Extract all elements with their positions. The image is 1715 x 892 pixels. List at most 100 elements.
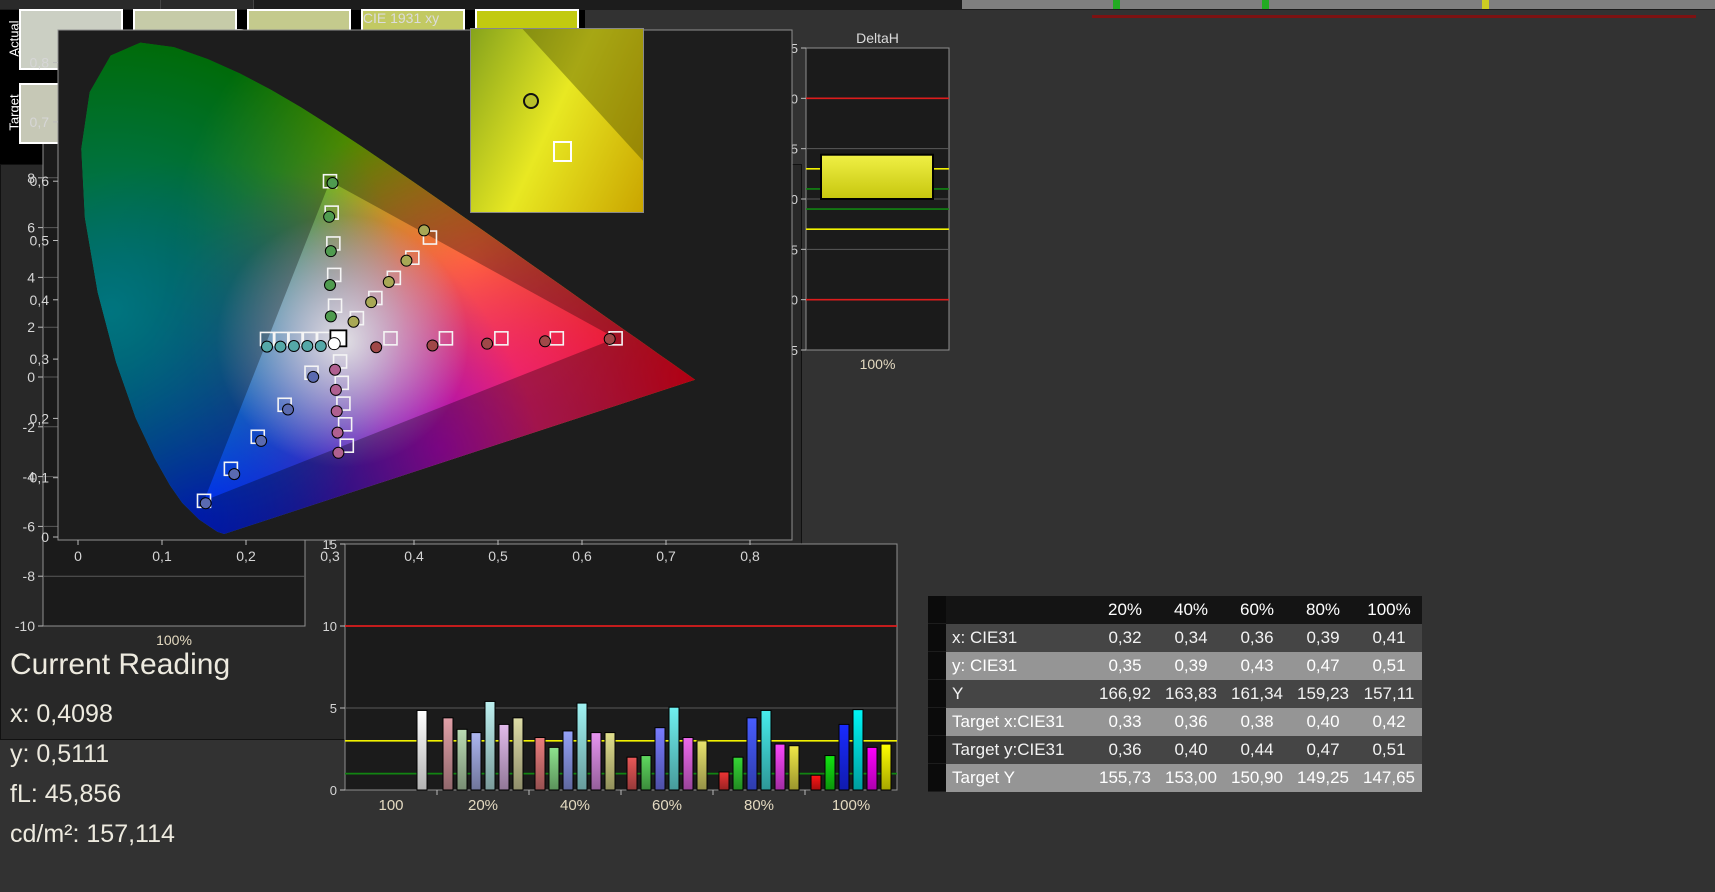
cie-measured-point-cyan: [261, 340, 273, 353]
cie-measured-point-yellow: [382, 276, 395, 289]
delta-e-bar-100%-0: [810, 774, 822, 791]
cie-inset-gamut-edge: [522, 29, 643, 161]
table-cell-Target-Y-20%: 155,73: [1092, 764, 1158, 792]
delta-e-bar-100%-5: [880, 743, 892, 791]
cie-measured-point-magenta: [332, 446, 345, 459]
delta-e-group-label: 20%: [468, 797, 498, 814]
table-cell-Target-Y-80%: 149,25: [1290, 764, 1356, 792]
cie-measured-point-yellow: [400, 254, 413, 267]
delta-e-bar-40%-4: [590, 732, 602, 791]
delta-e-bar-100%-4: [866, 746, 878, 791]
table-row-label: Target Y: [946, 764, 1092, 792]
table-row-label: Y: [946, 680, 1092, 708]
table-cell-Target-x-CIE31-100%: 0,42: [1356, 708, 1422, 736]
svg-text:0: 0: [74, 548, 82, 564]
table-cell-x-CIE31-100%: 0,41: [1356, 624, 1422, 652]
delta-e-bar-60%-5: [696, 740, 708, 791]
progress-tick-yellow: [1482, 0, 1489, 9]
table-header-40%: 40%: [1158, 596, 1224, 624]
table-row-handle: [928, 652, 946, 680]
cie-measured-point-green: [326, 176, 339, 189]
delta-e-bar-60%-4: [682, 737, 694, 791]
rgb-balance-xlabel: 100%: [156, 632, 192, 648]
table-cell-x-CIE31-80%: 0,39: [1290, 624, 1356, 652]
delta-e-bar-20%-5: [512, 717, 524, 791]
delta-e-group-label: 60%: [652, 797, 682, 814]
toolbar-progress-bar: [962, 0, 1715, 9]
svg-text:5: 5: [330, 701, 337, 716]
svg-text:0,7: 0,7: [656, 548, 676, 564]
svg-text:0,6: 0,6: [30, 173, 50, 189]
cie-measured-point-cyan: [314, 340, 327, 353]
delta-e-bar-40%-5: [604, 732, 616, 791]
table-row-handle: [928, 624, 946, 652]
table-row-handle: [928, 680, 946, 708]
delta-e-bar-20%-1: [456, 728, 468, 791]
delta-e-bar-100-0: [416, 709, 428, 791]
table-cell-Y-40%: 163,83: [1158, 680, 1224, 708]
cie-measured-point-cyan: [301, 340, 314, 353]
svg-text:0: 0: [330, 783, 337, 798]
delta-h-xlabel: 100%: [859, 356, 896, 372]
delta-e-bar-100%-2: [838, 723, 850, 791]
table-header-20%: 20%: [1092, 596, 1158, 624]
table-row-handle: [928, 708, 946, 736]
table-cell-Target-y-CIE31-40%: 0,40: [1158, 736, 1224, 764]
cie-inset-measured-point: [523, 93, 539, 109]
svg-text:10: 10: [323, 619, 337, 634]
table-row-label: Target x:CIE31: [946, 708, 1092, 736]
delta-e-group-label: 40%: [560, 797, 590, 814]
cie-measured-point-green: [324, 245, 337, 258]
delta-e-bar-60%-3: [668, 706, 680, 791]
delta-e-group-label: 80%: [744, 797, 774, 814]
cie-measured-point-yellow: [365, 296, 378, 309]
reading-y: y: 0,5111: [10, 740, 110, 768]
current-reading-title: Current Reading: [10, 648, 231, 681]
cie-measured-point-green: [324, 310, 337, 323]
table-cell-Target-x-CIE31-60%: 0,38: [1224, 708, 1290, 736]
cie-measured-point-magenta: [329, 383, 342, 396]
panel-accent-line: [1092, 15, 1696, 18]
svg-text:-10: -10: [15, 618, 35, 634]
table-row-label: Target y:CIE31: [946, 736, 1092, 764]
delta-e-bar-80%-3: [760, 709, 772, 791]
cie-measured-point-red: [370, 341, 383, 354]
svg-text:0: 0: [41, 529, 49, 545]
svg-text:0,2: 0,2: [30, 410, 50, 426]
cie-inset-target-square: [553, 141, 572, 162]
cie-measured-point-red: [603, 332, 616, 345]
table-row-handle: [928, 736, 946, 764]
table-cell-y-CIE31-20%: 0,35: [1092, 652, 1158, 680]
delta-e-bar-40%-2: [562, 730, 574, 791]
delta-e-bar-20%-0: [442, 717, 454, 791]
cie-measured-point-magenta: [329, 363, 342, 376]
delta-e-bar-40%-3: [576, 702, 588, 791]
table-cell-Y-20%: 166,92: [1092, 680, 1158, 708]
cie-measured-point-blue: [228, 468, 241, 481]
cie-measured-point-yellow: [418, 224, 431, 237]
table-corner: [928, 596, 946, 624]
table-cell-Target-y-CIE31-100%: 0,51: [1356, 736, 1422, 764]
delta-e-bar-80%-0: [718, 771, 730, 791]
cie-measured-point-cyan: [287, 340, 300, 353]
reading-cdm2: cd/m²: 157,114: [10, 820, 175, 848]
delta-e-bar-60%-0: [626, 756, 638, 791]
svg-text:0,8: 0,8: [30, 55, 50, 71]
cie-measured-point-blue: [307, 370, 320, 383]
table-cell-Target-Y-100%: 147,65: [1356, 764, 1422, 792]
cie-measured-point-red: [539, 335, 552, 348]
cie-measured-point-magenta: [330, 405, 343, 418]
table-header-spacer: [946, 596, 1092, 624]
delta-e-bar-60%-1: [640, 755, 652, 791]
progress-tick-green-2: [1262, 0, 1269, 9]
reading-x: x: 0,4098: [10, 700, 113, 728]
svg-text:0,1: 0,1: [152, 548, 172, 564]
table-cell-y-CIE31-80%: 0,47: [1290, 652, 1356, 680]
svg-text:0,3: 0,3: [30, 351, 50, 367]
table-cell-Target-y-CIE31-60%: 0,44: [1224, 736, 1290, 764]
table-cell-Y-60%: 161,34: [1224, 680, 1290, 708]
table-row-handle: [928, 764, 946, 792]
table-cell-Target-x-CIE31-80%: 0,40: [1290, 708, 1356, 736]
svg-text:0,7: 0,7: [30, 114, 50, 130]
cie-measured-point-blue: [199, 497, 212, 510]
